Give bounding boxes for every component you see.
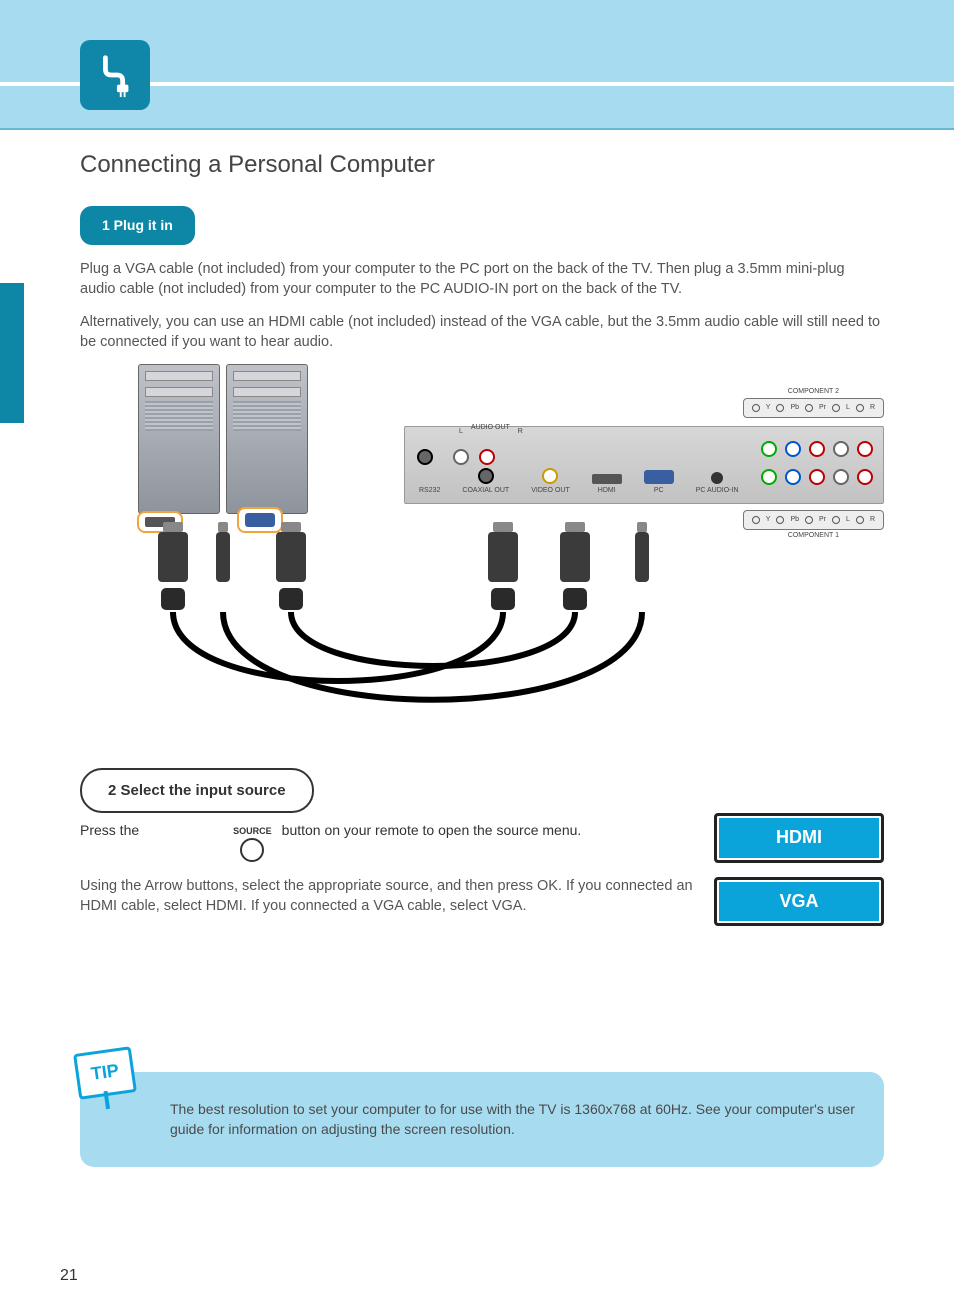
step2-suffix: button on your remote to open the source… (282, 821, 582, 841)
tip-flag-icon: TIP (73, 1046, 137, 1100)
step2-prefix: Press the (80, 821, 139, 841)
page-title: Connecting a Personal Computer (80, 148, 884, 182)
hdmi-mode-button: HDMI (714, 813, 884, 862)
step-1-paragraph-1: Plug a VGA cable (not included) from you… (80, 259, 884, 300)
mode-buttons: HDMI VGA (714, 813, 884, 925)
plug-icon (92, 52, 138, 98)
banner-divider (0, 128, 954, 130)
left-spine-accent (0, 283, 24, 423)
tip-box: TIP The best resolution to set your comp… (80, 1072, 884, 1167)
step-2-paragraph-2: Using the Arrow buttons, select the appr… (80, 876, 694, 917)
vga-mode-button: VGA (714, 877, 884, 926)
step-2-line-1: Press the SOURCE button on your remote t… (80, 821, 694, 862)
wiring-diagram: Y Pb Pr L R COMPONENT 2 L AUDIO OUT R RS (80, 364, 884, 744)
step-1-pill: 1 Plug it in (80, 206, 195, 246)
page-number: 21 (60, 1265, 78, 1287)
step-2-bubble: 2 Select the input source (80, 768, 314, 813)
cable-paths (80, 364, 880, 744)
source-label: SOURCE (233, 825, 272, 838)
step-1-paragraph-2: Alternatively, you can use an HDMI cable… (80, 312, 884, 353)
tip-text: The best resolution to set your computer… (170, 1100, 856, 1139)
source-button-icon: SOURCE (233, 825, 272, 862)
main-content: Connecting a Personal Computer 1 Plug it… (80, 148, 884, 929)
step-2-block: 2 Select the input source Press the SOUR… (80, 762, 884, 928)
section-plug-icon (80, 40, 150, 110)
